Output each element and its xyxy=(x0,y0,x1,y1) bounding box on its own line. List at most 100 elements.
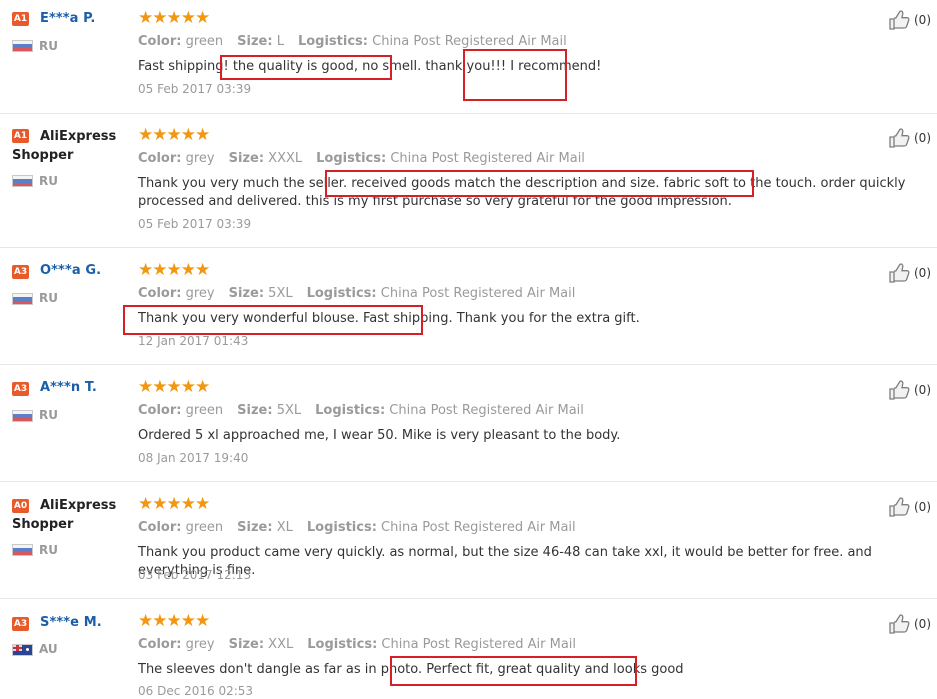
reviewer-country: RU xyxy=(39,174,58,188)
order-info: Color: green Size: 5XL Logistics: China Po… xyxy=(138,403,584,418)
helpful-count: (0) xyxy=(914,617,931,631)
review-item: A0 AliExpress Shopper RU ★★★★★ Color: gr… xyxy=(0,482,937,599)
review-date: 12 Jan 2017 01:43 xyxy=(138,334,249,348)
buyer-level-badge: A3 xyxy=(12,617,29,631)
color-label: Color: xyxy=(138,151,182,166)
thumbs-up-icon xyxy=(889,128,910,148)
thumbs-up-icon xyxy=(889,10,910,30)
review-date: 05 Feb 2017 03:39 xyxy=(138,82,252,96)
logistics-value: China Post Registered Air Mail xyxy=(389,403,584,418)
logistics-label: Logistics: xyxy=(307,637,378,652)
color-label: Color: xyxy=(138,403,182,418)
reviewer-name[interactable]: A***n T. xyxy=(40,380,97,395)
size-label: Size: xyxy=(237,520,273,535)
highlight-box xyxy=(325,170,754,197)
size-value: 5XL xyxy=(276,403,302,418)
order-info: Color: green Size: L Logistics: China Post… xyxy=(138,34,567,49)
highlight-box xyxy=(463,49,567,101)
review-date: 03 Feb 2017 12:13 xyxy=(138,568,252,582)
reviewer-name[interactable]: O***a G. xyxy=(40,263,101,278)
review-text: Ordered 5 xl approached me, I wear 50. M… xyxy=(138,428,621,443)
star-rating: ★★★★★ xyxy=(138,494,210,514)
russia-flag-icon xyxy=(12,410,33,422)
size-value: L xyxy=(276,34,284,49)
logistics-value: China Post Registered Air Mail xyxy=(381,637,577,652)
order-info: Color: grey Size: 5XL Logistics: China Pos… xyxy=(138,286,575,301)
logistics-value: China Post Registered Air Mail xyxy=(381,520,576,535)
color-label: Color: xyxy=(138,34,182,49)
helpful-count: (0) xyxy=(914,13,931,27)
reviewer-name[interactable]: S***e M. xyxy=(40,615,102,630)
size-value: XXL xyxy=(268,637,294,652)
logistics-value: China Post Registered Air Mail xyxy=(372,34,567,49)
russia-flag-icon xyxy=(12,175,33,187)
reviewer-name-line2: Shopper xyxy=(12,517,74,532)
size-label: Size: xyxy=(228,637,265,652)
color-label: Color: xyxy=(138,286,182,301)
review-date: 05 Feb 2017 03:39 xyxy=(138,217,252,231)
helpful-count: (0) xyxy=(914,383,931,397)
color-label: Color: xyxy=(138,637,182,652)
color-value: green xyxy=(185,403,224,418)
order-info: Color: grey Size: XXXL Logistics: China Po… xyxy=(138,151,585,166)
order-info: Color: green Size: XL Logistics: China Pos… xyxy=(138,520,576,535)
star-rating: ★★★★★ xyxy=(138,125,210,145)
size-label: Size: xyxy=(237,34,273,49)
order-info: Color: grey Size: XXL Logistics: China Pos… xyxy=(138,637,576,652)
highlight-box xyxy=(220,55,392,80)
reviewer-name-line2: Shopper xyxy=(12,148,74,163)
logistics-label: Logistics: xyxy=(316,151,387,166)
australia-flag-icon xyxy=(12,644,33,656)
helpful-button[interactable]: (0) xyxy=(889,380,935,400)
logistics-label: Logistics: xyxy=(306,520,377,535)
helpful-button[interactable]: (0) xyxy=(889,497,935,517)
russia-flag-icon xyxy=(12,544,33,556)
russia-flag-icon xyxy=(12,40,33,52)
logistics-value: China Post Registered Air Mail xyxy=(390,151,585,166)
buyer-level-badge: A3 xyxy=(12,382,29,396)
size-label: Size: xyxy=(228,151,265,166)
logistics-label: Logistics: xyxy=(306,286,377,301)
highlight-box xyxy=(123,305,423,335)
highlight-box xyxy=(390,656,637,686)
reviewer-country: RU xyxy=(39,39,58,53)
review-date: 08 Jan 2017 19:40 xyxy=(138,451,249,465)
reviewer-country: RU xyxy=(39,543,58,557)
review-date: 06 Dec 2016 02:53 xyxy=(138,684,254,698)
buyer-level-badge: A1 xyxy=(12,12,29,26)
helpful-button[interactable]: (0) xyxy=(889,263,935,283)
reviewer-name[interactable]: E***a P. xyxy=(40,11,95,26)
reviewer-name[interactable]: AliExpress Shopper xyxy=(12,127,132,165)
logistics-value: China Post Registered Air Mail xyxy=(380,286,576,301)
size-value: XXXL xyxy=(268,151,303,166)
helpful-count: (0) xyxy=(914,500,931,514)
review-list: A1 E***a P. RU ★★★★★ Color: green Size: L… xyxy=(0,0,937,699)
size-value: 5XL xyxy=(268,286,293,301)
size-label: Size: xyxy=(237,403,273,418)
reviewer-country: AU xyxy=(39,642,58,656)
helpful-button[interactable]: (0) xyxy=(889,10,935,30)
helpful-button[interactable]: (0) xyxy=(889,614,935,634)
size-label: Size: xyxy=(228,286,265,301)
buyer-level-badge: A3 xyxy=(12,265,29,279)
helpful-count: (0) xyxy=(914,266,931,280)
reviewer-name-line1: AliExpress xyxy=(40,129,117,144)
color-value: green xyxy=(185,520,224,535)
star-rating: ★★★★★ xyxy=(138,377,210,397)
star-rating: ★★★★★ xyxy=(138,8,210,28)
color-label: Color: xyxy=(138,520,182,535)
helpful-button[interactable]: (0) xyxy=(889,128,935,148)
reviewer-country: RU xyxy=(39,291,58,305)
color-value: grey xyxy=(185,286,215,301)
thumbs-up-icon xyxy=(889,614,910,634)
review-item: A3 A***n T. RU ★★★★★ Color: green Size: 5… xyxy=(0,365,937,482)
helpful-count: (0) xyxy=(914,131,931,145)
color-value: green xyxy=(185,34,224,49)
logistics-label: Logistics: xyxy=(315,403,386,418)
thumbs-up-icon xyxy=(889,497,910,517)
russia-flag-icon xyxy=(12,293,33,305)
review-text: Thank you product came very quickly. as … xyxy=(138,545,872,578)
reviewer-name[interactable]: AliExpress Shopper xyxy=(12,496,132,534)
thumbs-up-icon xyxy=(889,263,910,283)
reviewer-name-line1: AliExpress xyxy=(40,498,117,513)
